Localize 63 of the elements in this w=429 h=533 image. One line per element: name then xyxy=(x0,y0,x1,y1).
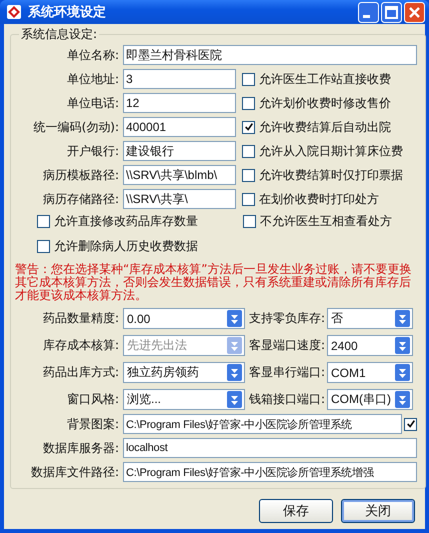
checkbox-label: 允许医生工作站直接收费 xyxy=(259,70,391,88)
input-field[interactable]: C:\Program Files\好管家-中小医院诊所管理系统增强 xyxy=(123,462,417,482)
checkbox-label: 允许直接修改药品库存数量 xyxy=(54,213,198,230)
maximize-icon[interactable] xyxy=(381,2,402,22)
input-field[interactable]: \\SRV\共享\blmb\ xyxy=(123,165,236,185)
field-label: 库存成本核算: xyxy=(42,337,120,354)
dropdown[interactable]: 2400 xyxy=(327,335,413,356)
checkbox-label: 在划价收费时打印处方 xyxy=(259,190,379,208)
checkbox[interactable] xyxy=(242,168,255,182)
field-label: 窗口风格: xyxy=(66,391,120,408)
dropdown[interactable]: 独立药房领药 xyxy=(123,362,245,383)
close-icon[interactable] xyxy=(404,2,425,22)
checkbox[interactable] xyxy=(37,240,50,253)
dropdown[interactable]: COM1 xyxy=(327,362,413,383)
field-label: 单位电话: xyxy=(66,94,120,112)
field-label: 支持零负库存: xyxy=(248,310,326,327)
dialog-button[interactable]: 保存 xyxy=(259,499,333,523)
window-title: 系统环境设定 xyxy=(28,4,107,21)
checkbox-label: 不允许医生互相查看处方 xyxy=(260,213,392,230)
checkbox-label: 允许收费结算时仅打印票据 xyxy=(259,166,403,184)
field-label: 病历模板路径: xyxy=(42,166,120,184)
field-label: 药品数量精度: xyxy=(42,310,120,327)
checkbox-label: 允许收费结算后自动出院 xyxy=(259,118,391,136)
dropdown[interactable]: 浏览... xyxy=(123,389,245,410)
checkbox[interactable] xyxy=(37,215,50,228)
checkbox[interactable] xyxy=(242,192,255,206)
checkbox-label: 允许删除病人历史收费数据 xyxy=(54,238,198,255)
checkbox[interactable] xyxy=(242,96,255,110)
input-field[interactable]: \\SRV\共享\ xyxy=(123,189,236,209)
checkbox[interactable] xyxy=(242,72,255,86)
checkbox[interactable] xyxy=(242,120,255,134)
checkbox[interactable] xyxy=(242,144,255,158)
field-label: 开户银行: xyxy=(66,142,120,160)
group-title: 系统信息设定: xyxy=(20,26,98,43)
checkbox[interactable] xyxy=(243,215,256,228)
input-field[interactable]: 400001 xyxy=(123,117,236,137)
checkbox[interactable] xyxy=(404,418,417,430)
warning-text: 警告：您在选择某种“库存成本核算”方法后一旦发生业务过账，请不要更换其它成本核算方法，否则会发生数据错误，只有系统重建或清除所有库存后才能更该成本核算方法。 xyxy=(15,263,412,302)
dropdown[interactable]: 否 xyxy=(327,308,413,329)
field-label: 单位名称: xyxy=(66,46,120,64)
dropdown[interactable]: 0.00 xyxy=(123,308,245,329)
app-logo-icon xyxy=(6,4,22,20)
checkbox-label: 允许划价收费时修改售价 xyxy=(259,94,391,112)
field-label: 客显串行端口: xyxy=(248,364,326,381)
field-label: 背景图案: xyxy=(66,416,120,432)
field-label: 客显端口速度: xyxy=(248,337,326,354)
input-field[interactable]: 12 xyxy=(123,93,236,113)
input-field[interactable]: 即墨兰村骨科医院 xyxy=(123,45,417,65)
input-field[interactable]: C:\Program Files\好管家-中小医院诊所管理系统 xyxy=(123,414,402,434)
field-label: 单位地址: xyxy=(66,70,120,88)
field-label: 数据库服务器: xyxy=(42,440,120,456)
field-label: 钱箱接口端口: xyxy=(248,391,326,408)
input-field[interactable]: 建设银行 xyxy=(123,141,236,161)
field-label: 统一编码(勿动): xyxy=(32,118,120,136)
field-label: 病历存储路径: xyxy=(42,190,120,208)
minimize-icon[interactable] xyxy=(358,2,379,22)
input-field[interactable]: localhost xyxy=(123,438,417,458)
input-field[interactable]: 3 xyxy=(123,69,236,89)
dropdown[interactable]: COM(串口) xyxy=(327,389,413,410)
field-label: 数据库文件路径: xyxy=(30,464,120,480)
checkbox-label: 允许从入院日期计算床位费 xyxy=(259,142,403,160)
field-label: 药品出库方式: xyxy=(42,364,120,381)
dialog-button[interactable]: 关闭 xyxy=(341,499,415,523)
